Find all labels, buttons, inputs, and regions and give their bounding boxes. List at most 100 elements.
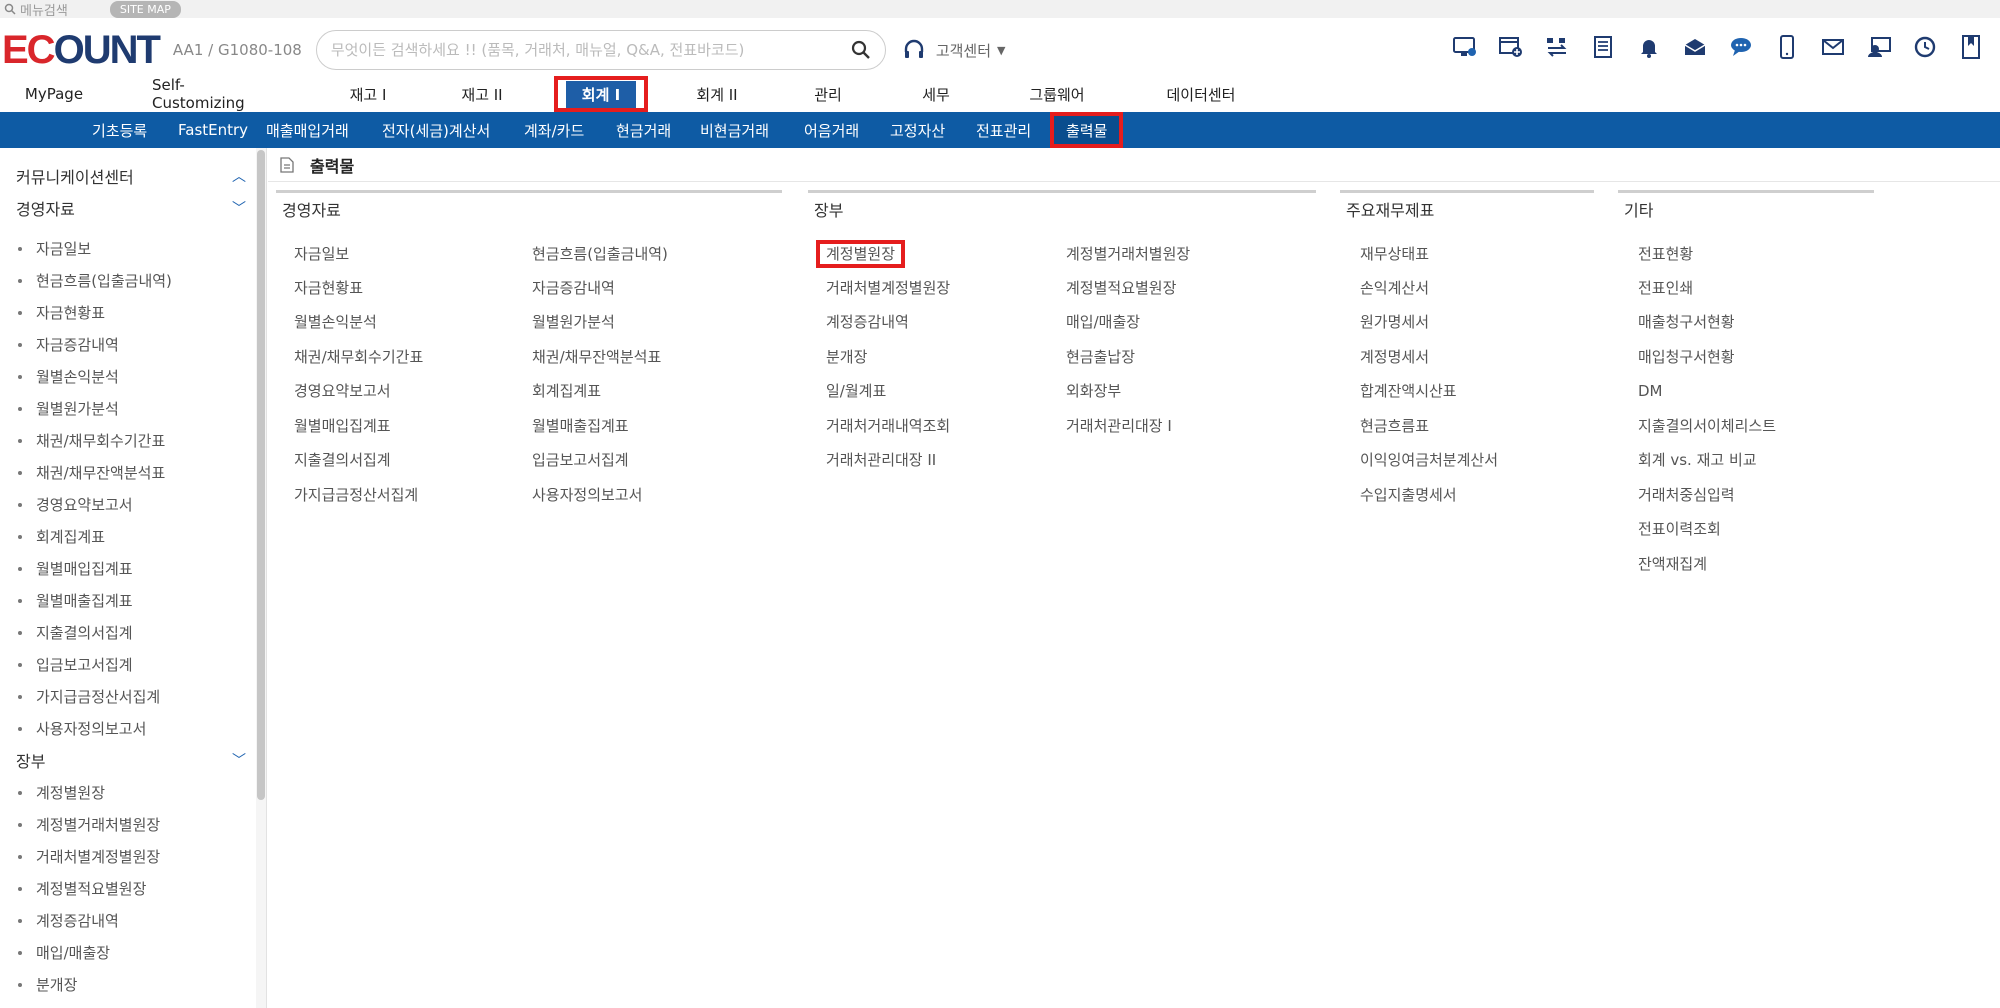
search-icon[interactable] (4, 3, 16, 15)
sidebar-item[interactable]: 월별매출집계표 (18, 590, 133, 611)
report-link[interactable]: 합계잔액시산표 (1360, 381, 1457, 401)
bookmark-icon[interactable] (1956, 32, 1986, 62)
bell-icon[interactable] (1634, 32, 1664, 62)
report-link[interactable]: 자금증감내역 (532, 278, 615, 298)
search-icon[interactable] (851, 40, 871, 60)
chat-icon[interactable] (1726, 32, 1756, 62)
tab-mypage[interactable]: MyPage (24, 76, 84, 112)
sidebar-item[interactable]: 자금일보 (18, 238, 91, 259)
sidebar-item[interactable]: 가지급금정산서집계 (18, 686, 160, 707)
subnav-account-card[interactable]: 계좌/카드 (524, 112, 584, 148)
subnav-basic-registration[interactable]: 기초등록 (92, 112, 147, 148)
tab-management[interactable]: 관리 (806, 76, 850, 112)
ecount-logo[interactable]: EC OUNT (2, 30, 161, 70)
sidebar-item[interactable]: 현금흐름(입출금내역) (18, 270, 172, 291)
menu-search-link[interactable]: 메뉴검색 (20, 0, 68, 19)
report-link[interactable]: 입금보고서집계 (532, 450, 629, 470)
desktop-icon[interactable] (1450, 32, 1480, 62)
report-link[interactable]: 외화장부 (1066, 381, 1121, 401)
transfer-icon[interactable] (1542, 32, 1572, 62)
report-link[interactable]: 계정별적요별원장 (1066, 278, 1176, 298)
user-card-icon[interactable] (1864, 32, 1894, 62)
report-link[interactable]: 계정별거래처별원장 (1066, 244, 1190, 264)
sidebar-item[interactable]: 매입/매출장 (18, 942, 110, 963)
sidebar-item[interactable]: 지출결의서집계 (18, 622, 133, 643)
sidebar-group-communication[interactable]: 커뮤니케이션센터 ︿ (16, 164, 246, 188)
global-search-input[interactable] (330, 41, 851, 59)
report-link[interactable]: 자금현황표 (294, 278, 363, 298)
sidebar-group-management[interactable]: 경영자료 ﹀ (16, 196, 246, 220)
report-link[interactable]: 거래처거래내역조회 (826, 416, 950, 436)
report-link[interactable]: 거래처관리대장 I (1066, 416, 1172, 436)
subnav-voucher-mgmt[interactable]: 전표관리 (976, 112, 1031, 148)
report-link[interactable]: 매입/매출장 (1066, 312, 1140, 332)
report-link[interactable]: 거래처중심입력 (1638, 485, 1735, 505)
report-link[interactable]: 가지급금정산서집계 (294, 485, 418, 505)
report-link[interactable]: 이익잉여금처분계산서 (1360, 450, 1498, 470)
sidebar-item[interactable]: 계정별적요별원장 (18, 878, 146, 899)
chevron-down-icon[interactable]: ﹀ (232, 198, 246, 218)
report-link[interactable]: 전표현황 (1638, 244, 1693, 264)
report-link-account-ledger[interactable]: 계정별원장 (816, 240, 906, 268)
report-link[interactable]: 계정명세서 (1360, 347, 1429, 367)
sidebar-item[interactable]: 자금증감내역 (18, 334, 119, 355)
sidebar-item[interactable]: 월별매입집계표 (18, 558, 133, 579)
tab-accounting-1[interactable]: 회계 I (554, 76, 648, 112)
sidebar-group-ledger[interactable]: 장부 ﹀ (16, 748, 246, 772)
subnav-cash[interactable]: 현금거래 (616, 112, 671, 148)
sidebar-item[interactable]: 거래처별계정별원장 (18, 846, 160, 867)
report-link[interactable]: 회계 vs. 재고 비교 (1638, 450, 1757, 470)
report-link[interactable]: 사용자정의보고서 (532, 485, 642, 505)
tab-inventory-2[interactable]: 재고 II (454, 76, 510, 112)
customer-center-menu[interactable]: 고객센터 ▼ (902, 38, 1006, 62)
report-link[interactable]: DM (1638, 381, 1663, 401)
subnav-non-cash[interactable]: 비현금거래 (700, 112, 769, 148)
sidebar-item[interactable]: 계정별거래처별원장 (18, 814, 160, 835)
tab-data-center[interactable]: 데이터센터 (1160, 76, 1242, 112)
report-link[interactable]: 현금흐름(입출금내역) (532, 244, 668, 264)
report-link[interactable]: 매출청구서현황 (1638, 312, 1735, 332)
report-link[interactable]: 월별매입집계표 (294, 416, 391, 436)
report-link[interactable]: 현금출납장 (1066, 347, 1135, 367)
report-link[interactable]: 채권/채무회수기간표 (294, 347, 423, 367)
report-link[interactable]: 거래처별계정별원장 (826, 278, 950, 298)
sidebar-item[interactable]: 자금현황표 (18, 302, 105, 323)
sidebar-item[interactable]: 계정증감내역 (18, 910, 119, 931)
report-link[interactable]: 손익계산서 (1360, 278, 1429, 298)
sidebar-item[interactable]: 입금보고서집계 (18, 654, 133, 675)
mail-icon[interactable] (1818, 32, 1848, 62)
subnav-notes[interactable]: 어음거래 (804, 112, 859, 148)
tab-accounting-2[interactable]: 회계 II (686, 76, 748, 112)
site-map-button[interactable]: SITE MAP (109, 0, 181, 18)
report-link[interactable]: 원가명세서 (1360, 312, 1429, 332)
report-link[interactable]: 계정증감내역 (826, 312, 909, 332)
report-link[interactable]: 재무상태표 (1360, 244, 1429, 264)
report-link[interactable]: 전표인쇄 (1638, 278, 1693, 298)
tab-inventory-1[interactable]: 재고 I (340, 76, 396, 112)
subnav-fixed-assets[interactable]: 고정자산 (890, 112, 945, 148)
add-window-icon[interactable] (1496, 32, 1526, 62)
sidebar-item[interactable]: 계정별원장 (18, 782, 105, 803)
tab-tax[interactable]: 세무 (914, 76, 958, 112)
scrollbar-thumb[interactable] (257, 150, 265, 800)
subnav-e-invoice[interactable]: 전자(세금)계산서 (382, 112, 490, 148)
sidebar-item[interactable]: 사용자정의보고서 (18, 718, 146, 739)
chevron-down-icon[interactable]: ﹀ (232, 750, 246, 770)
report-link[interactable]: 거래처관리대장 II (826, 450, 936, 470)
sidebar-scrollbar[interactable] (256, 148, 266, 1008)
sidebar-item[interactable]: 월별손익분석 (18, 366, 119, 387)
sidebar-item[interactable]: 회계집계표 (18, 526, 105, 547)
sidebar-item[interactable]: 분개장 (18, 974, 77, 995)
report-link[interactable]: 경영요약보고서 (294, 381, 391, 401)
report-link[interactable]: 회계집계표 (532, 381, 601, 401)
chevron-up-icon[interactable]: ︿ (232, 166, 246, 186)
report-link[interactable]: 잔액재집계 (1638, 554, 1707, 574)
tab-groupware[interactable]: 그룹웨어 (1020, 76, 1094, 112)
report-link[interactable]: 월별손익분석 (294, 312, 377, 332)
mobile-icon[interactable] (1772, 32, 1802, 62)
clock-icon[interactable] (1910, 32, 1940, 62)
list-icon[interactable] (1588, 32, 1618, 62)
sidebar-item[interactable]: 월별원가분석 (18, 398, 119, 419)
report-link[interactable]: 일/월계표 (826, 381, 886, 401)
report-link[interactable]: 자금일보 (294, 244, 349, 264)
